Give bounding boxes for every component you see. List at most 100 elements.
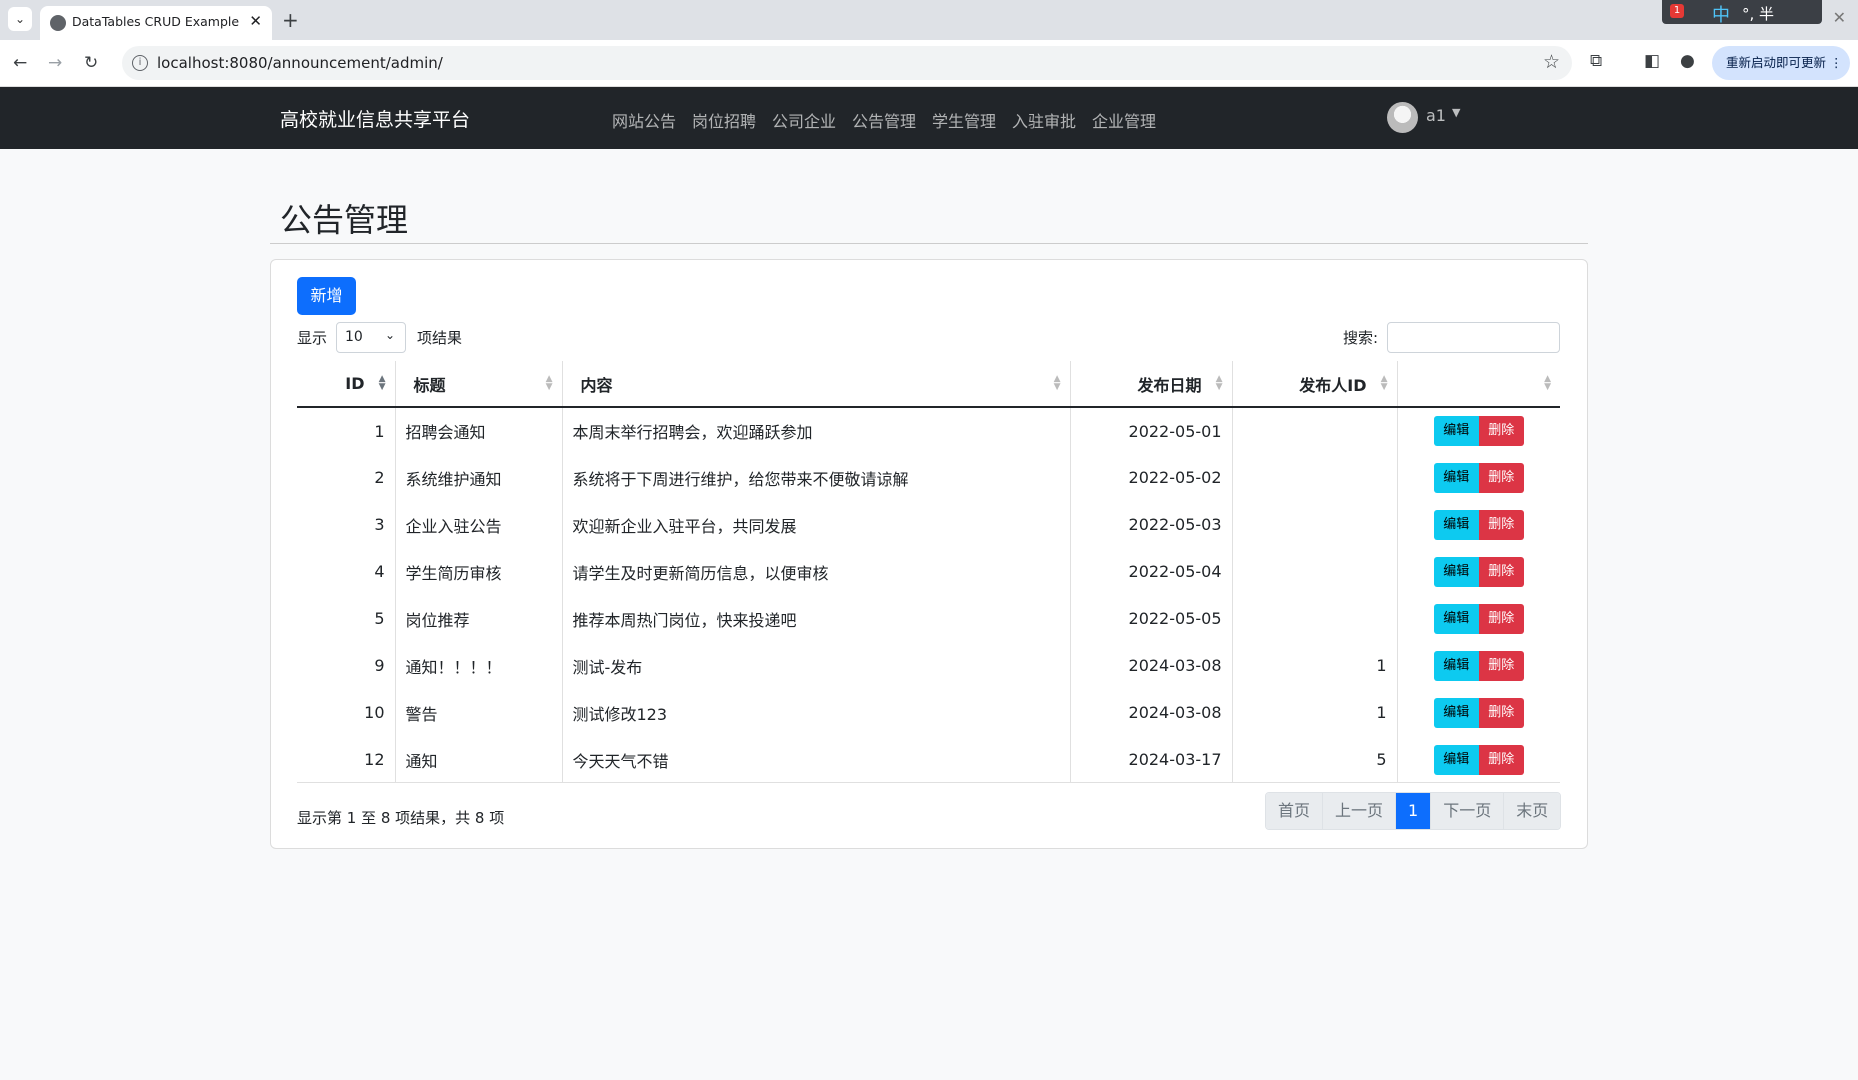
browser-tab[interactable]: DataTables CRUD Example w ✕ <box>40 6 272 40</box>
delete-button[interactable]: 删除 <box>1478 416 1524 446</box>
pager-previous[interactable]: 上一页 <box>1323 793 1397 829</box>
tab-search-icon[interactable]: ⌄ <box>8 7 32 31</box>
page-length-select[interactable]: 10 ⌄ <box>336 322 406 353</box>
cell-actions: 编辑 删除 <box>1397 595 1560 642</box>
address-bar[interactable]: i localhost:8080/announcement/admin/ ☆ <box>122 46 1572 80</box>
nav-link-announcement-admin[interactable]: 公告管理 <box>852 108 916 132</box>
browser-toolbar: ← → ↻ i localhost:8080/announcement/admi… <box>0 40 1858 87</box>
avatar[interactable] <box>1387 102 1418 133</box>
table-row: 2 系统维护通知 系统将于下周进行维护，给您带来不便敬请谅解 2022-05-02 编辑… <box>297 454 1560 501</box>
ime-mode: °, 半 <box>1742 5 1775 23</box>
delete-button[interactable]: 删除 <box>1478 603 1524 634</box>
sort-icon: ▲ ▼ <box>1544 374 1551 392</box>
cell-publisher <box>1232 454 1398 501</box>
pagination: 首页 上一页 1 下一页 末页 <box>1265 792 1562 830</box>
cell-id: 5 <box>297 595 396 642</box>
cell-content: 系统将于下周进行维护，给您带来不便敬请谅解 <box>562 454 1071 501</box>
delete-button[interactable]: 删除 <box>1478 697 1524 728</box>
edit-button[interactable]: 编辑 <box>1433 650 1479 681</box>
column-header-publisher[interactable]: 发布人ID ▲ ▼ <box>1232 361 1398 408</box>
cell-publisher <box>1232 407 1398 454</box>
caret-down-icon[interactable]: ▼ <box>1452 106 1460 119</box>
ime-indicator[interactable]: 中 <box>1712 1 1730 27</box>
nav-link-approval[interactable]: 入驻审批 <box>1012 108 1076 132</box>
pager-page-1[interactable]: 1 <box>1396 793 1432 829</box>
nav-link-jobs[interactable]: 岗位招聘 <box>692 108 756 132</box>
window-close-icon[interactable]: ✕ <box>1833 8 1846 27</box>
site-brand[interactable]: 高校就业信息共享平台 <box>280 105 470 132</box>
side-panel-icon[interactable]: ◧ <box>1644 51 1660 71</box>
column-header-id[interactable]: ID ▲ ▼ <box>297 361 396 408</box>
update-button[interactable]: 重新启动即可更新 ⋮ <box>1712 46 1850 80</box>
cell-id: 2 <box>297 454 396 501</box>
table-row: 4 学生简历审核 请学生及时更新简历信息，以便审核 2022-05-04 编辑 删除 <box>297 548 1560 595</box>
page-length-value: 10 <box>345 329 363 345</box>
pager-last[interactable]: 末页 <box>1504 793 1561 829</box>
cell-publisher: 1 <box>1232 689 1398 736</box>
cell-content: 欢迎新企业入驻平台，共同发展 <box>562 501 1071 548</box>
forward-icon[interactable]: → <box>48 53 62 73</box>
cell-title: 通知 <box>395 736 563 783</box>
table-row: 10 警告 测试修改123 2024-03-08 1 编辑 删除 <box>297 689 1560 736</box>
delete-button[interactable]: 删除 <box>1478 556 1524 587</box>
cell-id: 9 <box>297 642 396 689</box>
column-header-title[interactable]: 标题 ▲ ▼ <box>395 361 563 408</box>
system-tray: 1 中 °, 半 <box>1662 0 1822 27</box>
cell-date: 2022-05-03 <box>1070 501 1233 548</box>
profile-icon[interactable]: ● <box>1680 51 1695 71</box>
cell-actions: 编辑 删除 <box>1397 736 1560 783</box>
extensions-icon[interactable]: ⧉ <box>1590 51 1602 71</box>
column-header-label: 发布人ID <box>1299 375 1367 395</box>
divider <box>297 782 1560 783</box>
nav-link-announcements[interactable]: 网站公告 <box>612 108 676 132</box>
column-header-content[interactable]: 内容 ▲ ▼ <box>562 361 1071 408</box>
cell-id: 10 <box>297 689 396 736</box>
cell-title: 岗位推荐 <box>395 595 563 642</box>
delete-button[interactable]: 删除 <box>1478 650 1524 681</box>
cell-title: 系统维护通知 <box>395 454 563 501</box>
cell-content: 推荐本周热门岗位，快来投递吧 <box>562 595 1071 642</box>
bookmark-star-icon[interactable]: ☆ <box>1543 51 1560 73</box>
tab-title: DataTables CRUD Example w <box>72 14 242 29</box>
pager-next[interactable]: 下一页 <box>1431 793 1505 829</box>
column-header-actions[interactable]: ▲ ▼ <box>1397 361 1560 408</box>
edit-button[interactable]: 编辑 <box>1433 556 1479 587</box>
new-tab-icon[interactable]: + <box>282 8 299 32</box>
edit-button[interactable]: 编辑 <box>1433 416 1479 446</box>
edit-button[interactable]: 编辑 <box>1433 697 1479 728</box>
add-button[interactable]: 新增 <box>297 277 356 315</box>
edit-button[interactable]: 编辑 <box>1433 744 1479 775</box>
edit-button[interactable]: 编辑 <box>1433 603 1479 634</box>
close-tab-icon[interactable]: ✕ <box>249 12 262 30</box>
user-menu[interactable]: a1 <box>1426 106 1446 125</box>
column-header-date[interactable]: 发布日期 ▲ ▼ <box>1070 361 1233 408</box>
site-info-icon[interactable]: i <box>132 55 148 71</box>
table-row: 12 通知 今天天气不错 2024-03-17 5 编辑 删除 <box>297 736 1560 783</box>
cell-publisher <box>1232 548 1398 595</box>
sort-icon: ▲ ▼ <box>1380 374 1388 392</box>
url-text[interactable]: localhost:8080/announcement/admin/ <box>157 54 443 72</box>
nav-link-student-admin[interactable]: 学生管理 <box>932 108 996 132</box>
back-icon[interactable]: ← <box>13 53 27 73</box>
cell-date: 2024-03-17 <box>1070 736 1233 783</box>
edit-button[interactable]: 编辑 <box>1433 462 1479 493</box>
delete-button[interactable]: 删除 <box>1478 462 1524 493</box>
nav-link-companies[interactable]: 公司企业 <box>772 108 836 132</box>
search-input[interactable] <box>1387 322 1560 353</box>
pager-first[interactable]: 首页 <box>1266 793 1324 829</box>
edit-button[interactable]: 编辑 <box>1433 509 1479 540</box>
search-label: 搜索: <box>1343 329 1379 347</box>
site-navbar: 高校就业信息共享平台 网站公告 岗位招聘 公司企业 公告管理 学生管理 入驻审批… <box>0 87 1858 149</box>
reload-icon[interactable]: ↻ <box>84 53 98 73</box>
cell-title: 学生简历审核 <box>395 548 563 595</box>
cell-publisher <box>1232 595 1398 642</box>
cell-id: 12 <box>297 736 396 783</box>
cell-date: 2022-05-05 <box>1070 595 1233 642</box>
delete-button[interactable]: 删除 <box>1478 509 1524 540</box>
delete-button[interactable]: 删除 <box>1478 744 1524 775</box>
cell-actions: 编辑 删除 <box>1397 501 1560 548</box>
nav-link-company-admin[interactable]: 企业管理 <box>1092 108 1156 132</box>
cell-content: 测试-发布 <box>562 642 1071 689</box>
chevron-down-icon: ⌄ <box>384 328 395 342</box>
table-row: 1 招聘会通知 本周末举行招聘会，欢迎踊跃参加 2022-05-01 编辑 删除 <box>297 407 1560 454</box>
